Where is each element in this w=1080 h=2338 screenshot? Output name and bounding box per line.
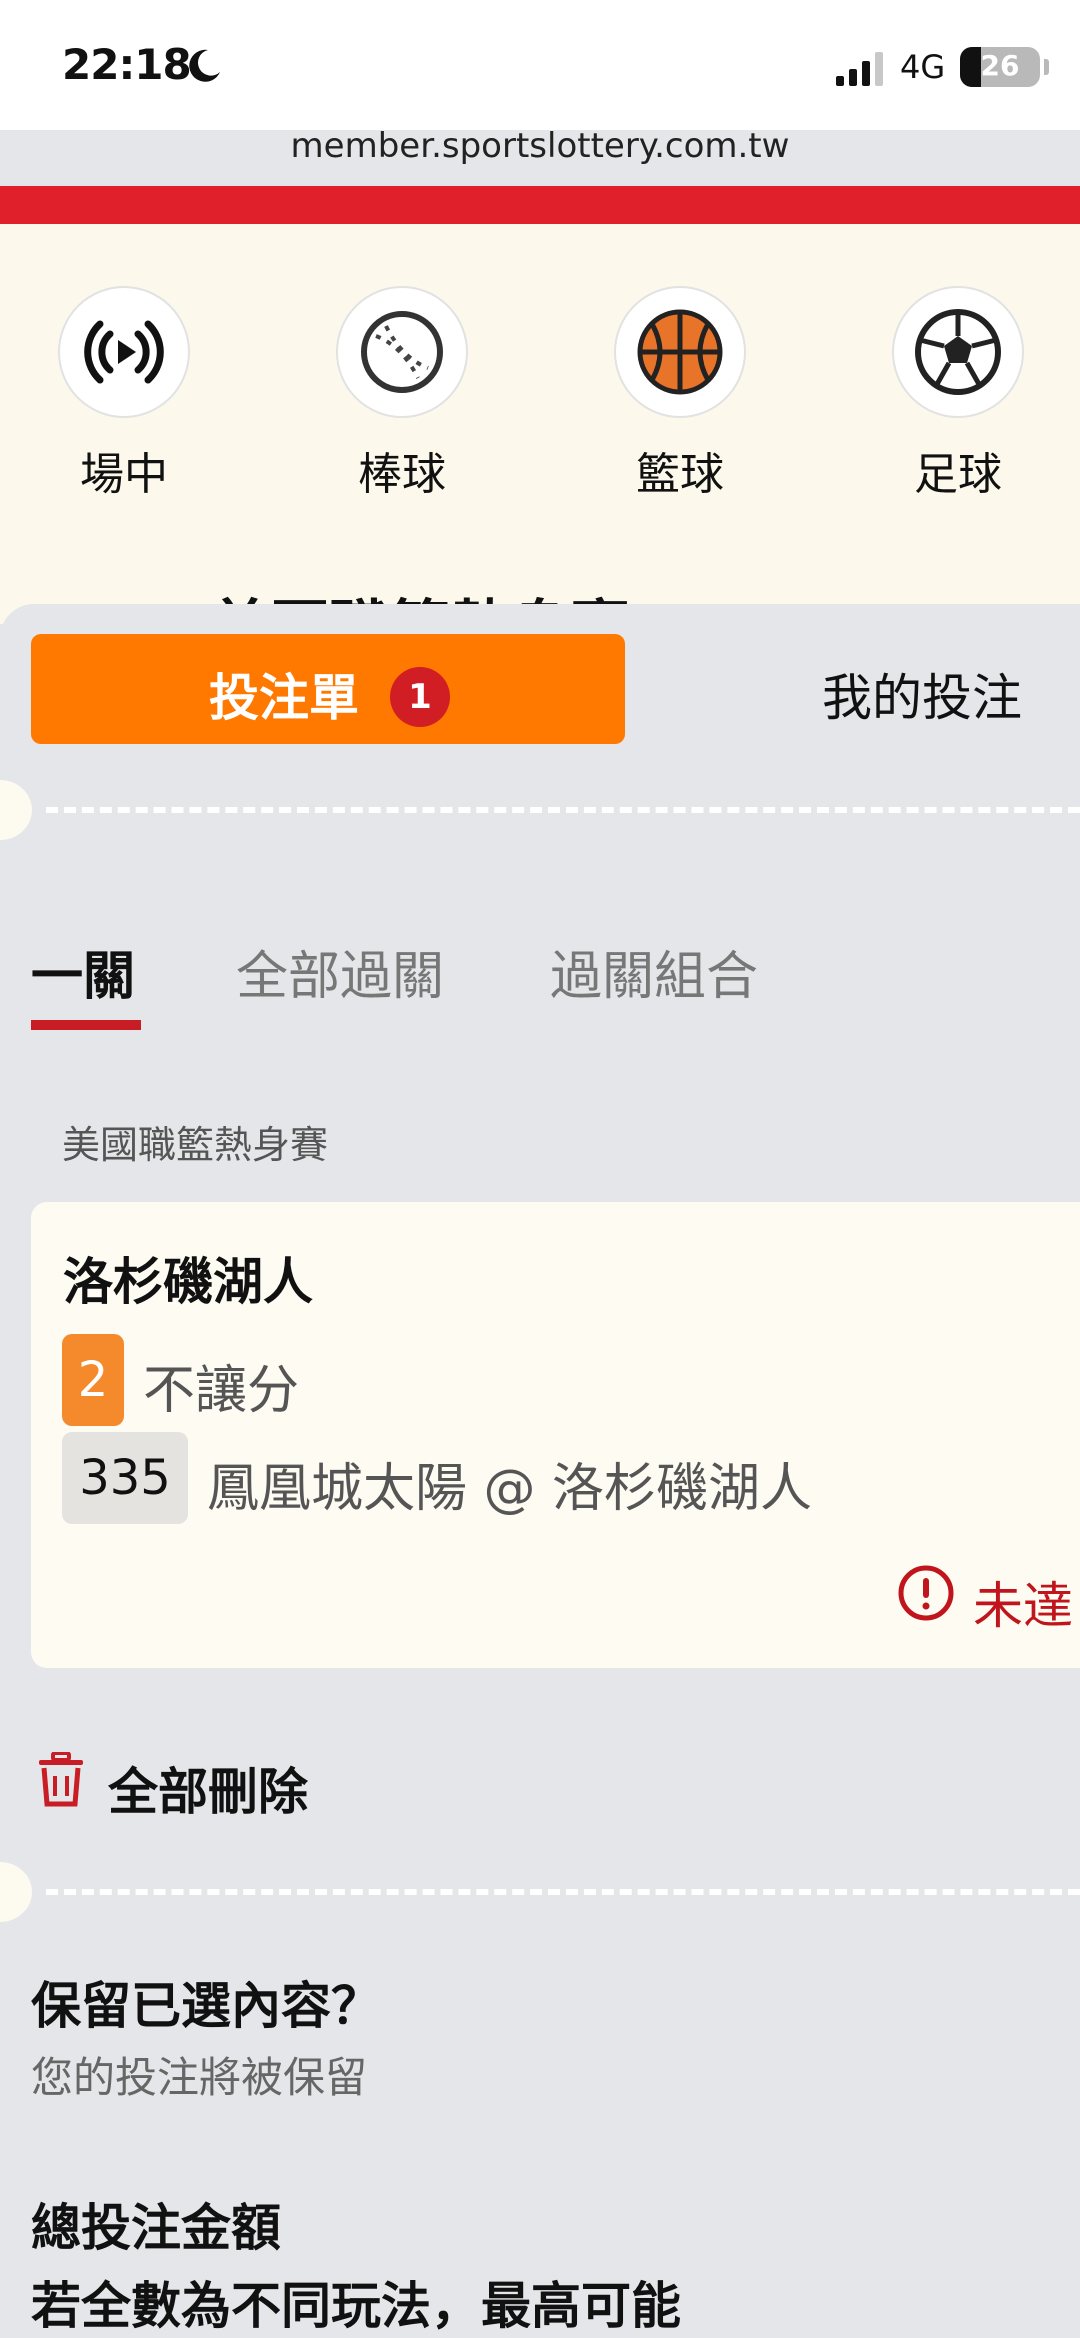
total-amount-label: 總投注金額	[31, 2199, 281, 2257]
pick-type: 不讓分	[143, 1361, 300, 1421]
sport-item-soccer[interactable]: 足球	[888, 286, 1028, 502]
sport-label: 棒球	[358, 449, 446, 500]
tab-betslip-label: 投注單	[209, 669, 359, 727]
betslip-sheet: 投注單 1 我的投注 一關 全部過關 過關組合 美國職籃熱身賽 洛杉磯湖人 2 …	[0, 604, 1080, 2337]
sport-item-live[interactable]: 場中	[54, 286, 194, 502]
sport-item-baseball[interactable]: 棒球	[332, 286, 472, 502]
keep-selection-question: 保留已選內容？	[31, 1977, 381, 2035]
tab-single[interactable]: 一關	[31, 934, 135, 1009]
basketball-icon	[637, 309, 723, 395]
dashed-divider	[46, 807, 1080, 813]
signal-icon	[836, 52, 883, 86]
match-code: 335	[62, 1432, 188, 1524]
battery-level: 26	[980, 49, 1020, 82]
ticket-notch	[0, 1862, 32, 1922]
network-type: 4G	[900, 48, 946, 86]
delete-all-label: 全部刪除	[108, 1763, 308, 1821]
tab-betslip[interactable]: 投注單 1	[31, 634, 625, 744]
match-name: 鳳凰城太陽 @ 洛杉磯湖人	[207, 1459, 813, 1519]
keep-selection-note: 您的投注將被保留	[31, 2053, 368, 2102]
soccer-ball-icon	[915, 309, 1001, 395]
sport-label: 足球	[914, 449, 1002, 500]
battery-icon: 26	[960, 47, 1040, 87]
baseball-icon	[361, 311, 443, 393]
tab-parlay-combo[interactable]: 過關組合	[550, 934, 758, 1009]
status-bar: 22:18 4G 26 member.sportslottery.com.tw	[0, 0, 1080, 166]
selection-card: 洛杉磯湖人 2 不讓分 335 鳳凰城太陽 @ 洛杉磯湖人 未達	[31, 1202, 1080, 1668]
url-bar[interactable]: member.sportslottery.com.tw	[0, 126, 1080, 166]
site-header-bar	[0, 186, 1080, 224]
moon-icon	[189, 49, 220, 82]
warning-text: 未達	[973, 1577, 1073, 1635]
warning-icon	[898, 1565, 954, 1621]
betslip-count-badge: 1	[390, 667, 450, 727]
sport-label: 籃球	[636, 449, 724, 500]
battery-tip	[1044, 59, 1049, 75]
sport-label: 場中	[80, 449, 168, 500]
ticket-notch	[0, 780, 32, 840]
sport-item-basketball[interactable]: 籃球	[610, 286, 750, 502]
trash-icon	[39, 1752, 83, 1807]
selected-team: 洛杉磯湖人	[63, 1253, 313, 1311]
live-broadcast-icon	[84, 320, 164, 384]
dashed-divider	[46, 1889, 1080, 1895]
sports-nav: 場中 棒球 籃球 足球	[0, 224, 1080, 664]
tab-all-parlay[interactable]: 全部過關	[236, 934, 444, 1009]
status-time: 22:18	[62, 40, 192, 89]
tab-my-bets[interactable]: 我的投注	[822, 658, 1022, 730]
max-payout-note: 若全數為不同玩法，最高可能	[31, 2277, 681, 2335]
league-name: 美國職籃熱身賽	[62, 1123, 329, 1167]
pick-number-badge: 2	[62, 1334, 124, 1426]
active-tab-indicator	[31, 1020, 141, 1030]
